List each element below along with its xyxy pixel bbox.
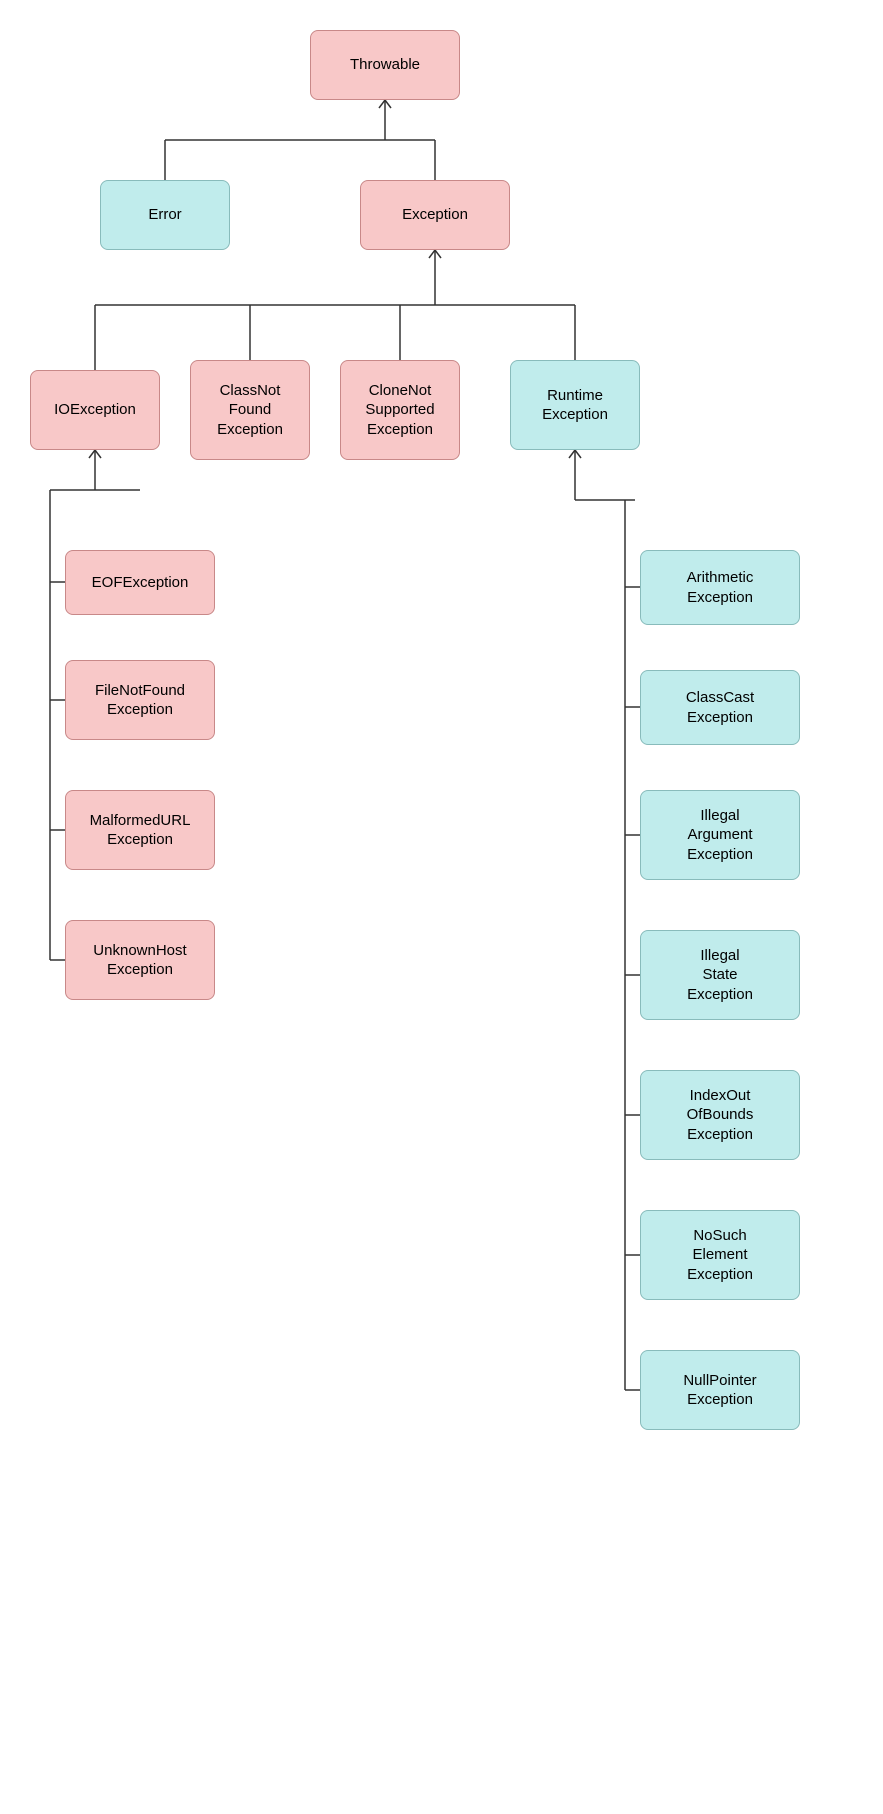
nullpointer-node: NullPointer Exception: [640, 1350, 800, 1430]
error-node: Error: [100, 180, 230, 250]
classcast-node: ClassCast Exception: [640, 670, 800, 745]
nosuchelement-node: NoSuch Element Exception: [640, 1210, 800, 1300]
ioexception-node: IOException: [30, 370, 160, 450]
throwable-node: Throwable: [310, 30, 460, 100]
illegalstate-node: Illegal State Exception: [640, 930, 800, 1020]
exception-node: Exception: [360, 180, 510, 250]
classnotfound-node: ClassNot Found Exception: [190, 360, 310, 460]
illegalargument-node: Illegal Argument Exception: [640, 790, 800, 880]
unknownhost-node: UnknownHost Exception: [65, 920, 215, 1000]
indexoutofbounds-node: IndexOut OfBounds Exception: [640, 1070, 800, 1160]
filenotfound-node: FileNotFound Exception: [65, 660, 215, 740]
malformedurl-node: MalformedURL Exception: [65, 790, 215, 870]
connector-lines: [0, 0, 883, 1814]
eofexception-node: EOFException: [65, 550, 215, 615]
arithmetic-node: Arithmetic Exception: [640, 550, 800, 625]
class-hierarchy-diagram: Throwable Error Exception IOException Cl…: [0, 0, 883, 1814]
clonenotsupported-node: CloneNot Supported Exception: [340, 360, 460, 460]
runtimeexception-node: Runtime Exception: [510, 360, 640, 450]
